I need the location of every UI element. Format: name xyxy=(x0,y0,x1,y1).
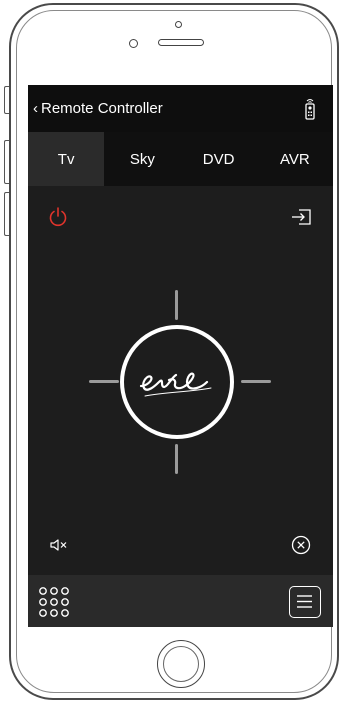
dpad-right[interactable] xyxy=(241,380,271,383)
tab-dvd[interactable]: DVD xyxy=(180,132,257,186)
direction-pad xyxy=(81,284,271,480)
navigation-bar: ‹ Remote Controller xyxy=(28,85,333,132)
mute-button[interactable] xyxy=(48,535,70,555)
keypad-icon[interactable] xyxy=(38,586,70,618)
chevron-left-icon: ‹ xyxy=(33,100,38,117)
tab-avr[interactable]: AVR xyxy=(256,132,333,186)
side-button-silent xyxy=(4,86,9,114)
bottom-toolbar xyxy=(28,575,333,627)
dpad-up[interactable] xyxy=(175,290,178,320)
menu-button[interactable] xyxy=(289,586,321,618)
home-button[interactable] xyxy=(157,640,205,688)
remote-icon[interactable] xyxy=(305,98,315,120)
close-circle-icon xyxy=(291,535,311,555)
input-source-icon xyxy=(292,209,311,225)
tab-sky[interactable]: Sky xyxy=(104,132,181,186)
power-button[interactable] xyxy=(48,205,68,229)
dpad-down[interactable] xyxy=(175,444,178,474)
dpad-ok-button[interactable] xyxy=(120,325,234,439)
proximity-sensor xyxy=(129,39,138,48)
side-button-volume-up xyxy=(4,140,9,184)
tab-tv[interactable]: Tv xyxy=(28,132,105,186)
dpad-left[interactable] xyxy=(89,380,119,383)
eve-logo xyxy=(139,372,212,397)
close-button[interactable] xyxy=(290,534,312,556)
back-button[interactable]: ‹ Remote Controller xyxy=(33,100,163,117)
app-screen: ‹ Remote Controller Tv Sky DVD AVR xyxy=(28,85,333,627)
earpiece-speaker xyxy=(158,39,204,46)
input-source-button[interactable] xyxy=(288,205,314,229)
menu-icon xyxy=(297,595,312,608)
side-button-volume-down xyxy=(4,192,9,236)
front-camera xyxy=(175,21,182,28)
mute-icon xyxy=(50,539,67,551)
device-tabs: Tv Sky DVD AVR xyxy=(28,132,333,186)
back-button-label: Remote Controller xyxy=(41,100,163,117)
power-icon xyxy=(49,207,67,227)
